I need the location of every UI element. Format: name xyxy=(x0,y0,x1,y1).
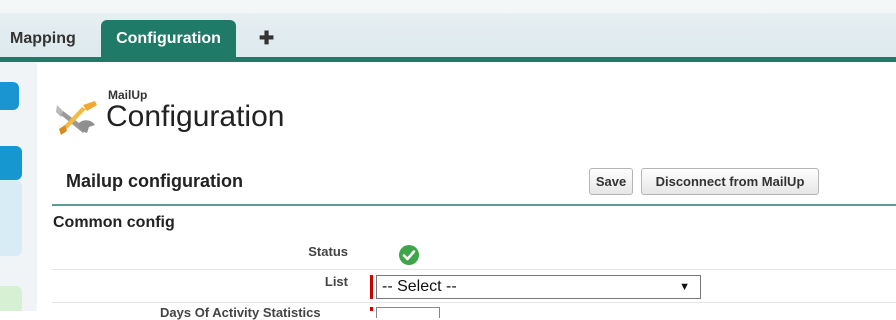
list-select-value: -- Select -- xyxy=(382,278,457,295)
required-indicator xyxy=(370,307,373,311)
row-divider xyxy=(52,302,896,303)
sidebar-widget-header[interactable] xyxy=(0,146,22,180)
dropdown-arrow-icon: ▼ xyxy=(679,281,690,293)
row-divider xyxy=(52,269,896,270)
subsection-title: Common config xyxy=(53,214,175,231)
required-indicator xyxy=(370,275,373,299)
page-title: Configuration xyxy=(106,100,285,133)
section-title: Mailup configuration xyxy=(66,171,243,191)
tab-mapping[interactable]: Mapping xyxy=(10,20,76,57)
disconnect-button[interactable]: Disconnect from MailUp xyxy=(641,168,819,195)
tab-underline xyxy=(0,57,896,62)
sidebar-widget-green xyxy=(0,286,22,311)
wrench-screwdriver-icon xyxy=(56,101,97,135)
list-select[interactable]: -- Select -- ▼ xyxy=(376,275,701,299)
section-divider xyxy=(52,204,896,206)
days-activity-input[interactable] xyxy=(376,307,440,318)
tab-configuration[interactable]: Configuration xyxy=(101,20,236,57)
check-circle-icon xyxy=(399,245,419,265)
save-button[interactable]: Save xyxy=(589,168,633,195)
sidebar-widget-collapse[interactable] xyxy=(0,82,19,110)
sidebar-widget-body xyxy=(0,180,22,256)
days-activity-label: Days Of Activity Statistics xyxy=(160,305,321,320)
list-label: List xyxy=(324,274,348,289)
add-tab-icon[interactable]: ✚ xyxy=(259,20,274,57)
status-label: Status xyxy=(308,244,348,259)
